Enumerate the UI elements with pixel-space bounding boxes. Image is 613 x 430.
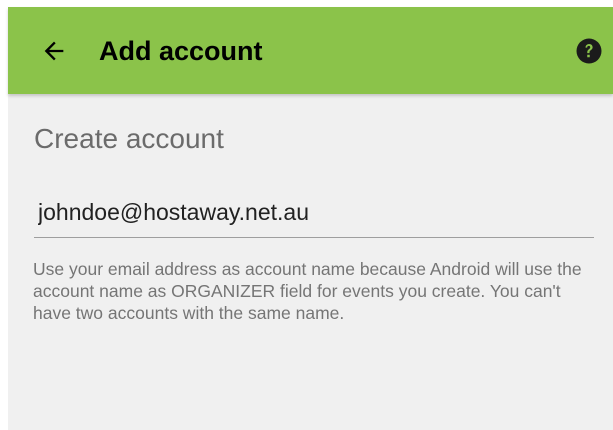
form-content: Create account Use your email address as…: [8, 94, 613, 430]
page-title: Add account: [99, 36, 263, 66]
screen: Add account Create account Use your emai…: [0, 0, 613, 430]
app-bar: Add account: [8, 7, 613, 94]
section-title: Create account: [34, 123, 224, 154]
arrow-left-icon: [44, 41, 64, 61]
back-button[interactable]: [34, 31, 74, 71]
account-name-hint: Use your email address as account name b…: [33, 259, 582, 323]
help-button[interactable]: [573, 35, 605, 67]
help-circle-icon: [576, 38, 602, 64]
account-name-input[interactable]: [34, 194, 594, 238]
